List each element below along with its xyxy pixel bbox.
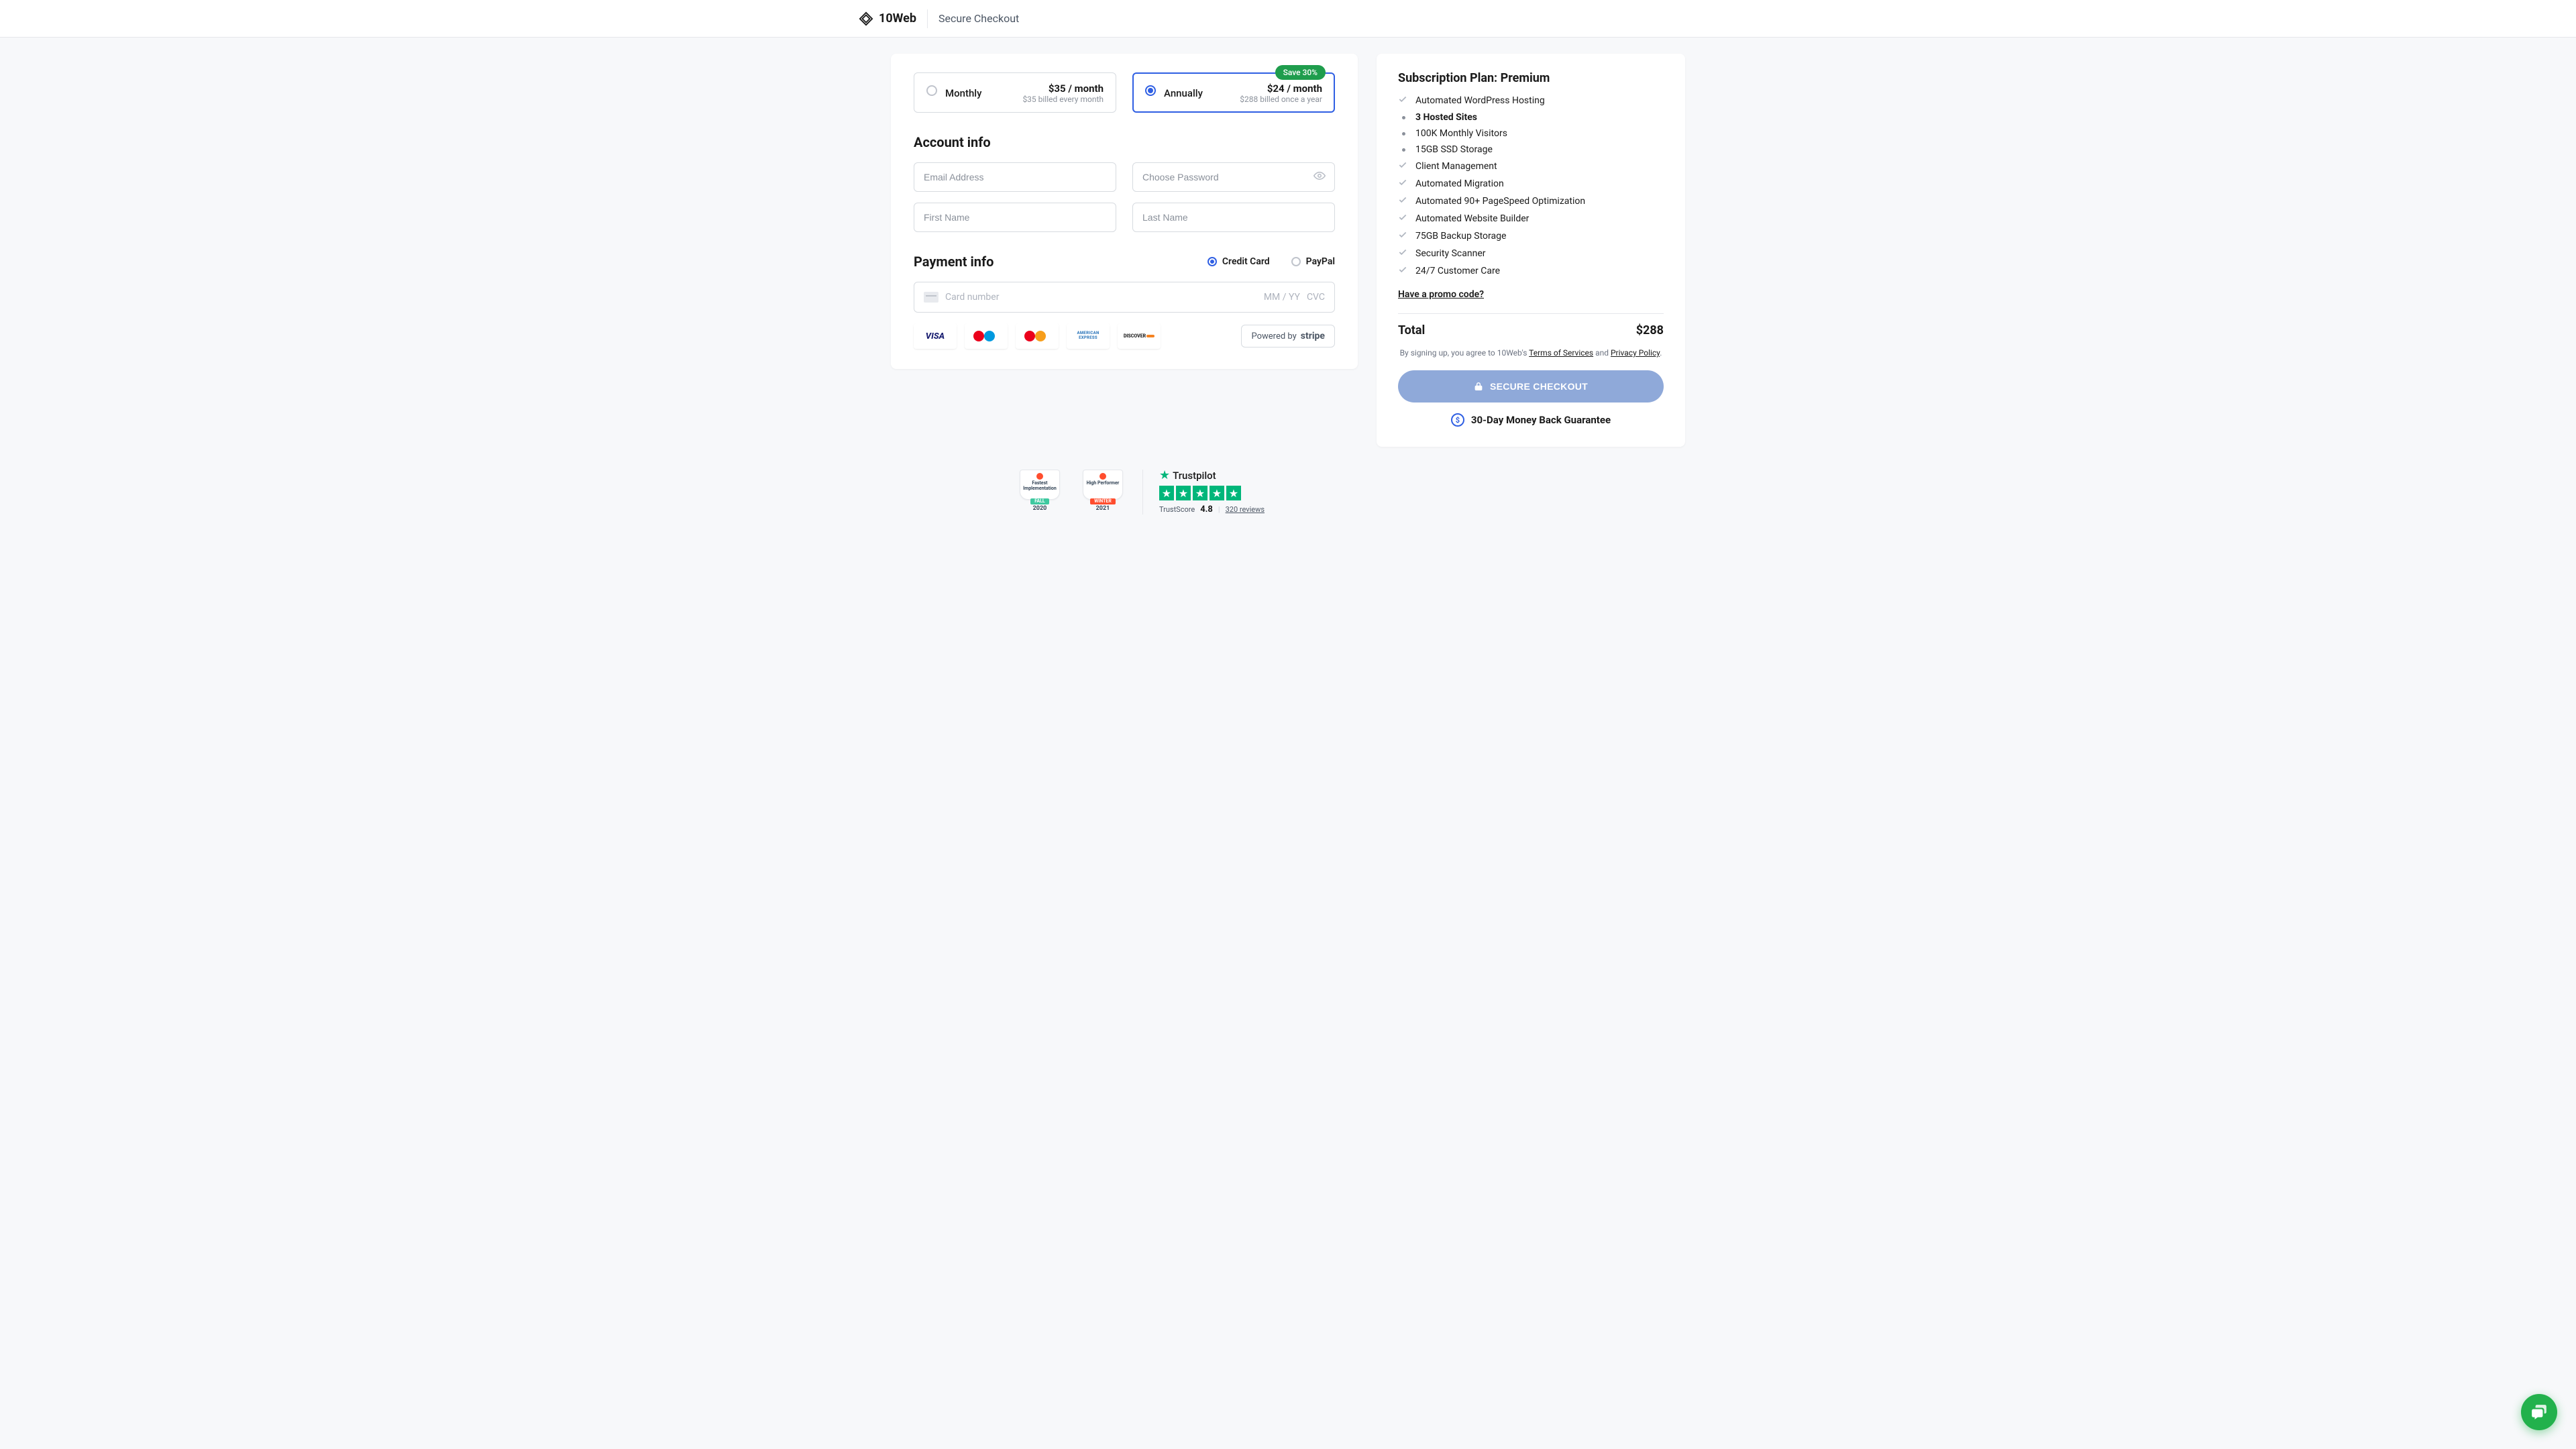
g2-badge-performer: High Performer WINTER 2021 bbox=[1079, 470, 1126, 513]
order-summary-card: Subscription Plan: Premium Automated Wor… bbox=[1377, 54, 1685, 447]
account-section-title: Account info bbox=[914, 134, 1335, 150]
payment-section-title: Payment info bbox=[914, 254, 994, 270]
card-placeholder: Card number bbox=[945, 292, 1257, 303]
plan-title: Subscription Plan: Premium bbox=[1398, 71, 1664, 85]
stripe-prefix: Powered by bbox=[1251, 331, 1296, 341]
plan-monthly[interactable]: Monthly $35 / month $35 billed every mon… bbox=[914, 72, 1116, 113]
g2-badge-fastest: Fastest Implementation FALL 2020 bbox=[1016, 470, 1063, 513]
powered-by-stripe: Powered by stripe bbox=[1241, 325, 1335, 347]
check-icon bbox=[1398, 265, 1409, 277]
mastercard-icon bbox=[1016, 323, 1059, 349]
visa-icon: VISA bbox=[914, 323, 957, 349]
dollar-icon: $ bbox=[1451, 413, 1464, 427]
first-name-field[interactable] bbox=[914, 203, 1116, 232]
last-name-field[interactable] bbox=[1132, 203, 1335, 232]
star-icon: ★ bbox=[1159, 470, 1170, 482]
feature-item: Client Management bbox=[1398, 160, 1664, 172]
plan-annually-sub: $288 billed once a year bbox=[1240, 95, 1322, 104]
radio-checked-icon bbox=[1208, 257, 1217, 266]
plan-monthly-label: Monthly bbox=[945, 87, 981, 99]
check-icon bbox=[1398, 248, 1409, 260]
brand-logo[interactable]: 10Web bbox=[859, 11, 916, 26]
feature-item: 100K Monthly Visitors bbox=[1398, 128, 1664, 139]
chat-fab[interactable] bbox=[2521, 1394, 2557, 1430]
lock-icon bbox=[1474, 382, 1483, 391]
feature-item: Automated Website Builder bbox=[1398, 213, 1664, 225]
check-icon bbox=[1398, 95, 1409, 107]
logo-icon bbox=[859, 11, 873, 26]
check-icon bbox=[1398, 160, 1409, 172]
promo-code-link[interactable]: Have a promo code? bbox=[1398, 289, 1484, 300]
radio-unchecked-icon bbox=[926, 85, 937, 96]
bullet-icon bbox=[1398, 132, 1409, 136]
plan-monthly-price: $35 / month bbox=[1022, 83, 1104, 95]
payment-method-label: PayPal bbox=[1306, 256, 1335, 267]
card-cvc-placeholder: CVC bbox=[1307, 292, 1325, 303]
plan-monthly-sub: $35 billed every month bbox=[1022, 95, 1104, 104]
check-icon bbox=[1398, 230, 1409, 242]
g2-icon bbox=[1036, 473, 1043, 480]
app-header: 10Web Secure Checkout bbox=[0, 0, 2576, 38]
feature-item: 3 Hosted Sites bbox=[1398, 112, 1664, 123]
check-icon bbox=[1398, 178, 1409, 190]
accepted-cards: VISA AMERICANEXPRESS DISCOVER bbox=[914, 323, 1161, 349]
feature-item: 75GB Backup Storage bbox=[1398, 230, 1664, 242]
total-value: $288 bbox=[1636, 323, 1664, 337]
header-divider bbox=[927, 9, 928, 28]
g2-icon bbox=[1099, 473, 1106, 480]
trustscore-label: TrustScore bbox=[1159, 505, 1195, 514]
radio-checked-icon bbox=[1145, 85, 1156, 96]
trustpilot-name: Trustpilot bbox=[1173, 470, 1216, 482]
save-badge: Save 30% bbox=[1275, 65, 1326, 80]
card-icon bbox=[924, 292, 938, 303]
bullet-icon bbox=[1398, 148, 1409, 152]
checkout-label: SECURE CHECKOUT bbox=[1490, 381, 1588, 392]
payment-method-credit-card[interactable]: Credit Card bbox=[1208, 256, 1270, 267]
card-number-field[interactable]: Card number MM / YY CVC bbox=[914, 282, 1335, 313]
checkout-form-card: Monthly $35 / month $35 billed every mon… bbox=[891, 54, 1358, 369]
feature-item: Security Scanner bbox=[1398, 248, 1664, 260]
stripe-logo: stripe bbox=[1301, 331, 1325, 341]
total-label: Total bbox=[1398, 323, 1425, 337]
discover-icon: DISCOVER bbox=[1118, 323, 1161, 349]
password-field[interactable] bbox=[1132, 162, 1335, 192]
email-field[interactable] bbox=[914, 162, 1116, 192]
trustpilot-widget[interactable]: ★Trustpilot ★★★★★ TrustScore 4.8 | 320 r… bbox=[1142, 470, 1265, 515]
maestro-icon bbox=[965, 323, 1008, 349]
feature-list: Automated WordPress Hosting 3 Hosted Site… bbox=[1398, 95, 1664, 277]
feature-item: 24/7 Customer Care bbox=[1398, 265, 1664, 277]
payment-method-label: Credit Card bbox=[1222, 256, 1270, 267]
check-icon bbox=[1398, 195, 1409, 207]
page-title: Secure Checkout bbox=[938, 12, 1019, 25]
radio-unchecked-icon bbox=[1291, 257, 1301, 266]
trustpilot-reviews-link[interactable]: 320 reviews bbox=[1226, 505, 1265, 514]
plan-annually[interactable]: Save 30% Annually $24 / month $288 bille… bbox=[1132, 72, 1335, 113]
feature-item: 15GB SSD Storage bbox=[1398, 144, 1664, 155]
privacy-link[interactable]: Privacy Policy bbox=[1611, 348, 1660, 358]
check-icon bbox=[1398, 213, 1409, 225]
plan-annually-price: $24 / month bbox=[1240, 83, 1322, 95]
brand-name: 10Web bbox=[879, 11, 916, 25]
card-expiry-placeholder: MM / YY bbox=[1264, 292, 1300, 303]
trustscore-value: 4.8 bbox=[1200, 504, 1213, 515]
payment-method-paypal[interactable]: PayPal bbox=[1291, 256, 1335, 267]
legal-text: By signing up, you agree to 10Web's Term… bbox=[1398, 347, 1664, 360]
amex-icon: AMERICANEXPRESS bbox=[1067, 323, 1110, 349]
secure-checkout-button[interactable]: SECURE CHECKOUT bbox=[1398, 370, 1664, 402]
tos-link[interactable]: Terms of Services bbox=[1529, 348, 1593, 358]
eye-icon[interactable] bbox=[1313, 170, 1326, 184]
trustpilot-stars: ★★★★★ bbox=[1159, 486, 1241, 500]
bullet-icon bbox=[1398, 116, 1409, 119]
guarantee-label: 30-Day Money Back Guarantee bbox=[1471, 414, 1611, 426]
plan-annually-label: Annually bbox=[1164, 87, 1203, 99]
money-back-guarantee: $ 30-Day Money Back Guarantee bbox=[1398, 413, 1664, 427]
feature-item: Automated WordPress Hosting bbox=[1398, 95, 1664, 107]
feature-item: Automated 90+ PageSpeed Optimization bbox=[1398, 195, 1664, 207]
feature-item: Automated Migration bbox=[1398, 178, 1664, 190]
divider bbox=[1398, 313, 1664, 314]
chat-icon bbox=[2530, 1403, 2548, 1421]
